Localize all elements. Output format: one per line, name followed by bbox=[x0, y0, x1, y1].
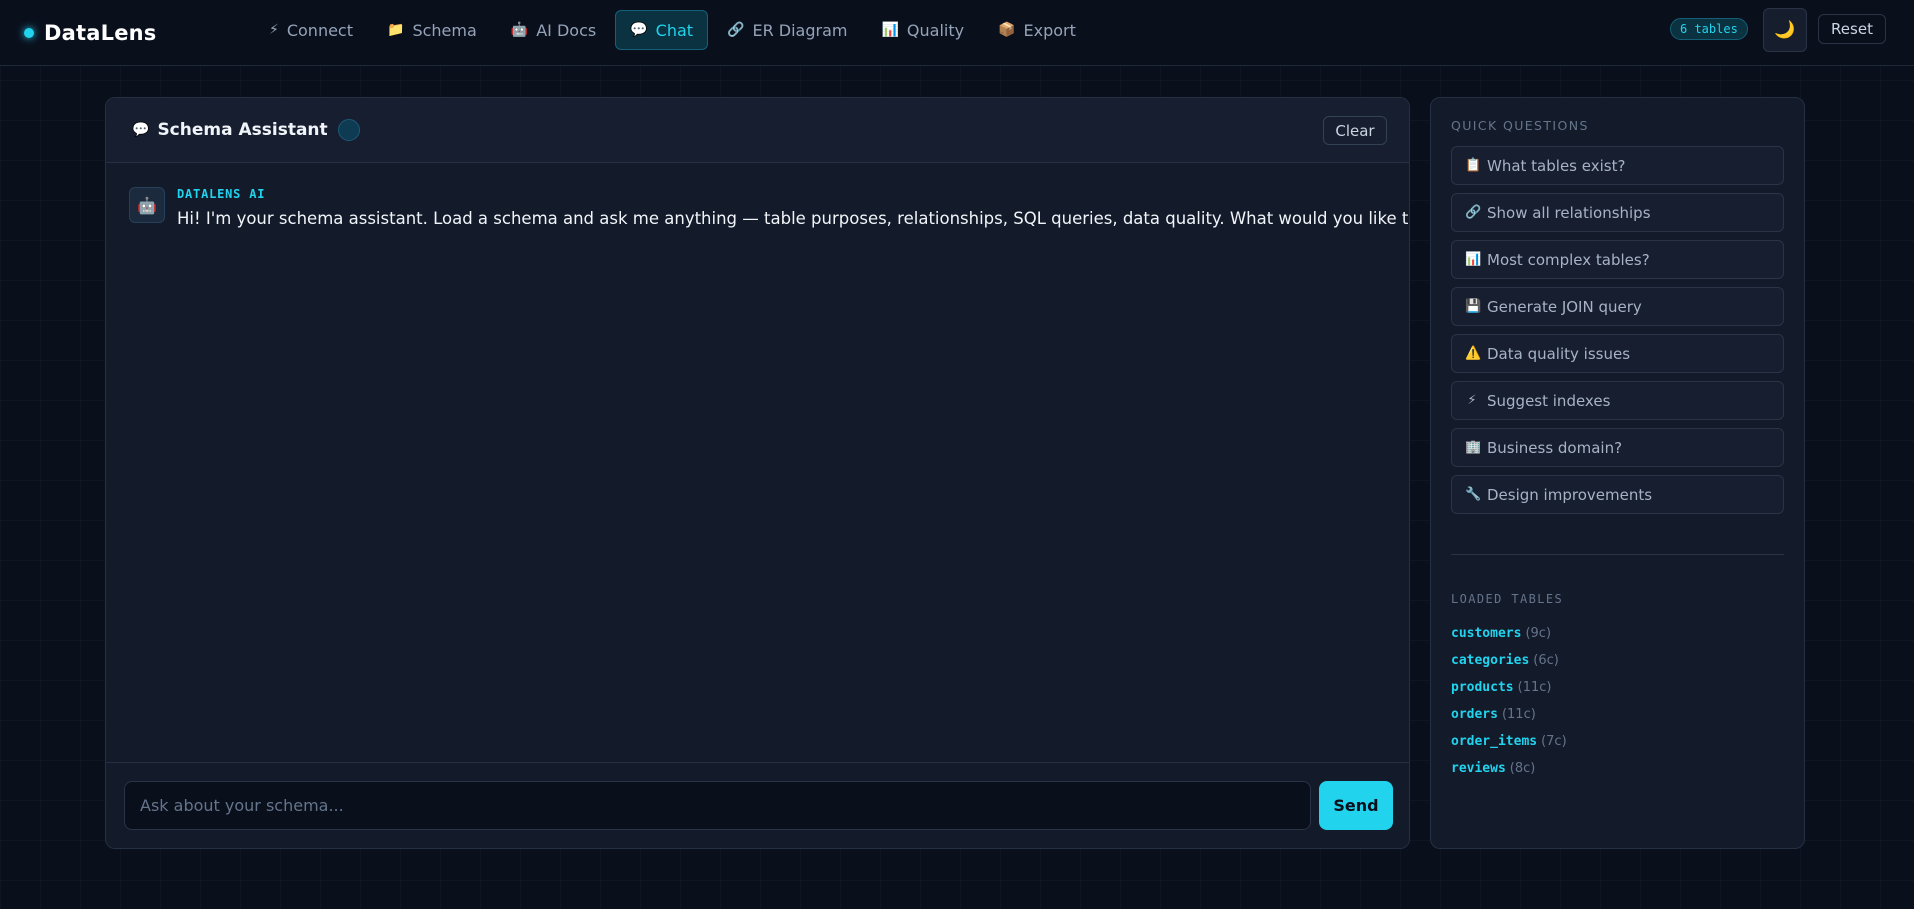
quick-question-tables[interactable]: 📋 What tables exist? bbox=[1451, 146, 1784, 185]
tab-schema[interactable]: 📁 Schema bbox=[372, 10, 492, 50]
link-icon: 🔗 bbox=[727, 22, 745, 38]
tab-ai-docs[interactable]: 🤖 AI Docs bbox=[496, 10, 611, 50]
chat-message: 🤖 DATALENS AI Hi! I'm your schema assist… bbox=[129, 187, 1410, 228]
warning-icon: ⚠️ bbox=[1465, 346, 1482, 361]
tab-er-diagram[interactable]: 🔗 ER Diagram bbox=[712, 10, 862, 50]
quick-question-complex-tables[interactable]: 📊 Most complex tables? bbox=[1451, 240, 1784, 279]
tab-label: ER Diagram bbox=[752, 20, 848, 40]
tab-label: AI Docs bbox=[536, 20, 597, 40]
clipboard-icon: 📋 bbox=[1465, 158, 1482, 173]
quick-question-label: What tables exist? bbox=[1487, 156, 1626, 175]
column-count: (7c) bbox=[1541, 734, 1567, 749]
table-link-customers[interactable]: customers bbox=[1451, 626, 1521, 641]
lightning-icon: ⚡ bbox=[269, 22, 279, 38]
quick-question-label: Business domain? bbox=[1487, 438, 1623, 457]
bar-chart-icon: 📊 bbox=[1465, 252, 1482, 267]
theme-toggle-button[interactable]: 🌙 bbox=[1763, 8, 1807, 52]
tab-label: Export bbox=[1023, 20, 1076, 40]
main-nav: ⚡ Connect 📁 Schema 🤖 AI Docs 💬 Chat 🔗 ER… bbox=[254, 10, 1091, 50]
quick-question-label: Design improvements bbox=[1487, 485, 1653, 504]
quick-question-label: Generate JOIN query bbox=[1487, 297, 1642, 316]
chat-composer: Send bbox=[106, 762, 1409, 848]
quick-question-business-domain[interactable]: 🏢 Business domain? bbox=[1451, 428, 1784, 467]
loaded-tables-list: customers (9c) categories (6c) products … bbox=[1451, 620, 1567, 782]
side-panel: QUICK QUESTIONS 📋 What tables exist? 🔗 S… bbox=[1430, 97, 1805, 849]
table-link-orders[interactable]: orders bbox=[1451, 707, 1498, 722]
quick-question-relationships[interactable]: 🔗 Show all relationships bbox=[1451, 193, 1784, 232]
list-item: categories (6c) bbox=[1451, 647, 1567, 674]
message-text: Hi! I'm your schema assistant. Load a sc… bbox=[177, 209, 1410, 228]
table-link-categories[interactable]: categories bbox=[1451, 653, 1529, 668]
tab-chat[interactable]: 💬 Chat bbox=[615, 10, 709, 50]
message-sender: DATALENS AI bbox=[177, 187, 266, 201]
column-count: (11c) bbox=[1501, 707, 1536, 722]
sidebar-divider bbox=[1451, 554, 1784, 555]
send-button[interactable]: Send bbox=[1319, 781, 1393, 830]
brand-status-dot bbox=[24, 27, 34, 38]
wrench-icon: 🔧 bbox=[1465, 487, 1482, 502]
assistant-status-indicator bbox=[337, 119, 360, 141]
loaded-tables-heading: LOADED TABLES bbox=[1451, 592, 1564, 606]
robot-icon: 🤖 bbox=[510, 22, 529, 38]
quick-question-join-query[interactable]: 💾 Generate JOIN query bbox=[1451, 287, 1784, 326]
tab-connect[interactable]: ⚡ Connect bbox=[254, 10, 368, 50]
column-count: (11c) bbox=[1517, 680, 1552, 695]
quick-question-label: Suggest indexes bbox=[1487, 391, 1611, 410]
list-item: reviews (8c) bbox=[1451, 755, 1567, 782]
chat-input[interactable] bbox=[124, 781, 1311, 830]
table-link-reviews[interactable]: reviews bbox=[1451, 761, 1506, 776]
quick-question-label: Show all relationships bbox=[1487, 203, 1651, 222]
table-link-order-items[interactable]: order_items bbox=[1451, 734, 1537, 749]
chat-title-text: Schema Assistant bbox=[157, 120, 328, 140]
list-item: products (11c) bbox=[1451, 674, 1567, 701]
bar-chart-icon: 📊 bbox=[881, 22, 899, 38]
floppy-disk-icon: 💾 bbox=[1465, 299, 1482, 314]
message-body: DATALENS AI Hi! I'm your schema assistan… bbox=[177, 187, 1410, 228]
tab-label: Quality bbox=[906, 20, 965, 40]
tab-label: Schema bbox=[412, 20, 477, 40]
speech-bubble-icon: 💬 bbox=[132, 122, 150, 138]
moon-icon: 🌙 bbox=[1774, 20, 1796, 40]
column-count: (6c) bbox=[1533, 653, 1559, 668]
quick-question-data-quality[interactable]: ⚠️ Data quality issues bbox=[1451, 334, 1784, 373]
list-item: order_items (7c) bbox=[1451, 728, 1567, 755]
clear-chat-button[interactable]: Clear bbox=[1323, 116, 1387, 145]
column-count: (8c) bbox=[1509, 761, 1536, 776]
quick-question-design-improvements[interactable]: 🔧 Design improvements bbox=[1451, 475, 1784, 514]
tables-count-badge: 6 tables bbox=[1670, 18, 1748, 40]
tab-export[interactable]: 📦 Export bbox=[983, 10, 1091, 50]
assistant-avatar: 🤖 bbox=[129, 187, 165, 223]
brand-name: DataLens bbox=[44, 20, 157, 45]
speech-bubble-icon: 💬 bbox=[630, 22, 648, 38]
tab-quality[interactable]: 📊 Quality bbox=[866, 10, 979, 50]
brand[interactable]: DataLens bbox=[24, 21, 157, 45]
chat-header: 💬 Schema Assistant Clear bbox=[106, 98, 1409, 163]
chat-title: 💬 Schema Assistant bbox=[132, 120, 328, 140]
top-navigation-bar: DataLens ⚡ Connect 📁 Schema 🤖 AI Docs 💬 … bbox=[0, 0, 1914, 66]
folder-icon: 📁 bbox=[387, 22, 405, 38]
quick-question-label: Data quality issues bbox=[1487, 344, 1631, 363]
column-count: (9c) bbox=[1525, 626, 1552, 641]
quick-question-label: Most complex tables? bbox=[1487, 250, 1650, 269]
lightning-icon: ⚡ bbox=[1467, 393, 1477, 408]
quick-questions-heading: QUICK QUESTIONS bbox=[1451, 118, 1589, 133]
table-link-products[interactable]: products bbox=[1451, 680, 1514, 695]
list-item: orders (11c) bbox=[1451, 701, 1567, 728]
tab-label: Chat bbox=[655, 20, 694, 40]
list-item: customers (9c) bbox=[1451, 620, 1567, 647]
quick-question-indexes[interactable]: ⚡ Suggest indexes bbox=[1451, 381, 1784, 420]
quick-questions-list: 📋 What tables exist? 🔗 Show all relation… bbox=[1451, 146, 1784, 522]
package-icon: 📦 bbox=[998, 22, 1016, 38]
building-icon: 🏢 bbox=[1465, 440, 1482, 455]
tab-label: Connect bbox=[286, 20, 353, 40]
chat-panel: 💬 Schema Assistant Clear 🤖 DATALENS AI H… bbox=[105, 97, 1410, 849]
robot-icon: 🤖 bbox=[137, 195, 157, 215]
link-icon: 🔗 bbox=[1465, 205, 1482, 220]
reset-button[interactable]: Reset bbox=[1818, 14, 1886, 44]
